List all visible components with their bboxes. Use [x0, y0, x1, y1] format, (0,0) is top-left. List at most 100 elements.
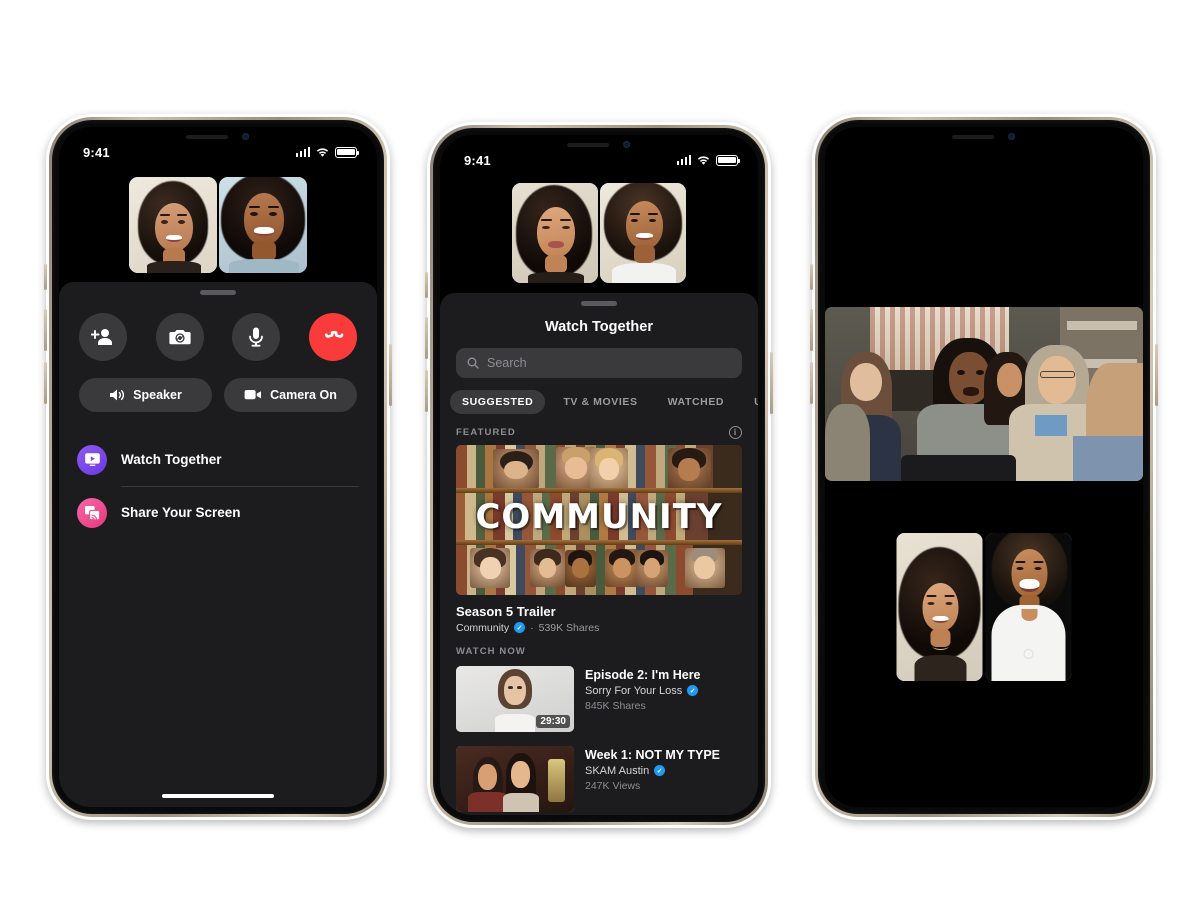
video-person-foreground-left — [825, 404, 870, 481]
mute-button[interactable] — [232, 312, 281, 361]
clothing — [528, 272, 584, 283]
tab-tv-and-movies[interactable]: TV & MOVIES — [551, 390, 649, 414]
video-title: Episode 2: I'm Here — [585, 667, 701, 682]
speaker-toggle[interactable]: Speaker — [79, 377, 212, 412]
face — [244, 193, 284, 245]
cowatch-video-player[interactable] — [825, 307, 1143, 481]
brow-right — [560, 219, 571, 222]
mouth — [254, 227, 274, 236]
brow-right — [1033, 561, 1044, 564]
featured-subtitle: Community ✓ · 539K Shares — [456, 622, 742, 634]
front-camera-icon — [242, 133, 250, 140]
sheet-drag-handle[interactable] — [581, 301, 617, 306]
face — [155, 203, 193, 251]
mouth — [636, 233, 653, 240]
volume-up-button[interactable] — [810, 309, 813, 351]
poster-cast-9 — [636, 549, 668, 587]
participant-tile-1[interactable] — [129, 177, 217, 273]
battery-full-icon — [335, 146, 360, 158]
thumb-eye-right — [517, 685, 523, 689]
home-indicator[interactable] — [162, 793, 274, 798]
ringer-switch[interactable] — [810, 264, 813, 290]
menu-item-label: Share Your Screen — [121, 505, 241, 520]
participant-tile-2[interactable] — [600, 183, 686, 283]
call-toggle-row: Speaker Camera On — [59, 361, 377, 412]
screenshot-canvas: 9:41 Speaker Camera On Watch Together Sh… — [0, 0, 1200, 900]
face — [626, 201, 663, 249]
verified-badge-icon: ✓ — [514, 622, 526, 633]
poster-cast-1 — [493, 448, 539, 489]
camera-toggle-label: Camera On — [270, 387, 337, 402]
neck — [252, 241, 276, 261]
collar-v — [1021, 609, 1038, 621]
volume-down-button[interactable] — [44, 362, 47, 404]
info-circle-icon[interactable]: i — [729, 425, 742, 439]
thumb-face — [504, 676, 526, 706]
participant-grid — [59, 177, 377, 273]
watch-now-heading: WATCH NOW — [456, 645, 526, 657]
video-person-center-eye-left — [956, 369, 966, 375]
watch-now-item-1[interactable]: 29:30 Episode 2: I'm Here Sorry For Your… — [440, 659, 758, 739]
flip-camera-icon — [169, 329, 191, 344]
shirt-graphic — [1023, 649, 1034, 659]
menu-item-share-screen[interactable]: Share Your Screen — [77, 487, 359, 539]
menu-item-watch-together[interactable]: Watch Together — [77, 434, 359, 486]
video-person-left-face — [850, 362, 883, 401]
status-bar-indicators — [295, 146, 360, 158]
thumb-clothing — [494, 714, 536, 732]
neck — [545, 255, 567, 273]
tab-watched[interactable]: WATCHED — [656, 390, 737, 414]
volume-down-button[interactable] — [810, 362, 813, 404]
search-input[interactable]: Search — [456, 347, 742, 378]
poster-cast-3 — [590, 447, 628, 490]
featured-stats: 539K Shares — [538, 621, 600, 634]
featured-separator: · — [530, 621, 534, 634]
volume-up-button[interactable] — [425, 317, 428, 359]
wifi-icon — [697, 155, 710, 165]
pip-tile-2[interactable] — [985, 533, 1072, 681]
end-call-button[interactable] — [308, 312, 357, 361]
battery-full-icon — [716, 154, 741, 166]
power-button[interactable] — [389, 344, 392, 406]
video-thumbnail: 29:30 — [456, 665, 574, 732]
tab-uploads[interactable]: U — [742, 390, 758, 414]
eye-right — [178, 220, 185, 224]
thumb-eye-left — [507, 685, 513, 689]
video-camera-icon — [244, 390, 262, 400]
front-camera-icon — [623, 141, 631, 148]
notch — [132, 127, 304, 146]
front-camera-icon — [1008, 133, 1016, 140]
cellular-bars-icon — [295, 147, 310, 157]
power-button[interactable] — [1155, 344, 1158, 406]
volume-down-button[interactable] — [425, 370, 428, 412]
power-button[interactable] — [770, 352, 773, 414]
watch-now-item-2[interactable]: Week 1: NOT MY TYPE SKAM Austin ✓ 247K V… — [440, 739, 758, 816]
featured-meta: Season 5 Trailer Community ✓ · 539K Shar… — [440, 595, 758, 634]
pip-tile-1[interactable] — [896, 533, 983, 681]
video-stats: 247K Views — [585, 779, 641, 792]
end-call-icon — [324, 330, 344, 338]
participant-tile-1[interactable] — [512, 183, 598, 283]
camera-toggle[interactable]: Camera On — [224, 377, 357, 412]
video-person-foreground-right-body — [1073, 435, 1143, 481]
eye-left — [161, 220, 168, 224]
video-person-right-face — [1038, 355, 1077, 405]
notch — [898, 127, 1070, 146]
video-thumbnail — [456, 745, 574, 812]
video-person-right-glasses-icon — [1039, 371, 1075, 379]
tab-suggested[interactable]: SUGGESTED — [450, 389, 546, 414]
add-person-button[interactable] — [79, 312, 127, 361]
ringer-switch[interactable] — [425, 272, 428, 298]
participant-tile-2[interactable] — [219, 177, 307, 273]
status-bar-indicators — [676, 154, 741, 166]
phone-1-video-call: 9:41 Speaker Camera On Watch Together Sh… — [44, 114, 392, 820]
featured-channel: Community — [456, 621, 510, 634]
video-title: Week 1: NOT MY TYPE — [585, 747, 720, 762]
brow-left — [926, 595, 937, 598]
volume-up-button[interactable] — [44, 309, 47, 351]
pip-grid — [896, 533, 1072, 681]
ringer-switch[interactable] — [44, 264, 47, 290]
video-person-right-collar — [1034, 414, 1067, 436]
featured-poster[interactable]: COMMUNITY — [456, 444, 742, 595]
flip-camera-button[interactable] — [155, 312, 204, 361]
